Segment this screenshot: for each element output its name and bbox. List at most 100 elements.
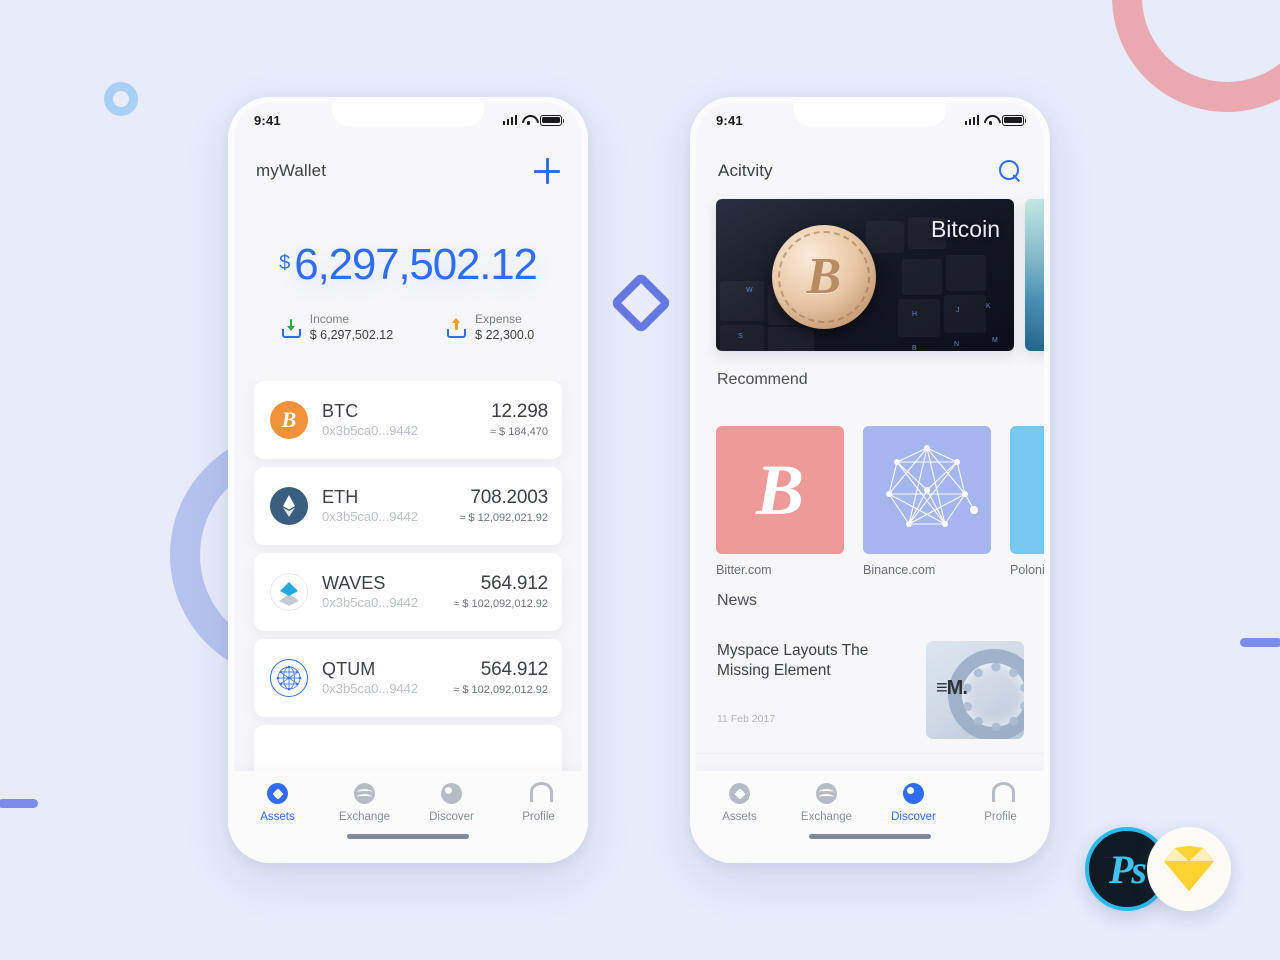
profile-icon [528, 782, 553, 804]
discover-icon [903, 783, 924, 804]
income-value: $ 6,297,502.12 [309, 328, 394, 343]
bitcoin-b-icon: B [716, 426, 844, 554]
balance-amount: 6,297,502.12 [294, 240, 538, 289]
status-time: 9:41 [254, 112, 281, 128]
tab-assets[interactable]: Assets [696, 783, 783, 823]
network-mesh-icon [863, 426, 991, 554]
expense-label: Expense [475, 312, 522, 326]
sketch-diamond-icon [1164, 846, 1214, 891]
home-indicator[interactable] [809, 834, 931, 839]
tab-discover[interactable]: Discover [408, 783, 495, 823]
status-time: 9:41 [716, 112, 743, 128]
tab-profile[interactable]: Profile [957, 782, 1044, 823]
recommend-caption: Binance.com [863, 563, 936, 577]
notch [794, 103, 946, 126]
phone-mockup-activity: 9:41 Acitvity W S H J K B N M B Bitcoin … [690, 97, 1050, 863]
tab-assets[interactable]: Assets [234, 783, 321, 823]
assets-icon [267, 783, 288, 804]
asset-address: 0x3b5ca0...9442 [322, 594, 419, 610]
tab-label: Exchange [338, 811, 391, 823]
download-tray-icon [281, 318, 301, 338]
asset-address: 0x3b5ca0...9442 [322, 508, 419, 524]
table-row[interactable]: WAVES 0x3b5ca0...9442 564.912 ≈ $ 102,09… [254, 553, 562, 631]
recommend-caption: Bitter.com [716, 563, 772, 577]
ibm-logo-mark: ≡M. [936, 677, 968, 699]
tab-label: Discover [429, 811, 474, 823]
asset-fiat: ≈ $ 184,470 [489, 425, 548, 438]
balance-currency: $ [279, 252, 291, 274]
waves-coin-icon [270, 573, 308, 611]
wallet-screen: 9:41 myWallet $ 6,297,502.12 Income $ 6,… [234, 103, 582, 857]
home-indicator[interactable] [347, 834, 469, 839]
tab-exchange[interactable]: Exchange [321, 783, 408, 823]
tab-label: Exchange [800, 811, 853, 823]
photoshop-logo-text: Ps [1109, 846, 1147, 892]
page-title: myWallet [256, 161, 327, 180]
tab-discover[interactable]: Discover [870, 783, 957, 823]
news-date: 11 Feb 2017 [717, 713, 776, 726]
asset-amount: 708.2003 [470, 487, 548, 509]
asset-symbol: ETH [322, 487, 359, 508]
bitcoin-coin-photo: B [772, 225, 876, 329]
asset-address: 0x3b5ca0...9442 [322, 422, 419, 438]
recommend-caption: Polonie [1010, 563, 1044, 577]
section-title-recommend: Recommend [717, 371, 808, 388]
wifi-icon [984, 115, 997, 126]
tab-bar[interactable]: Assets Exchange Discover Profile [234, 771, 582, 857]
diamond-outline-decoration [609, 271, 673, 335]
tab-label: Assets [260, 811, 295, 823]
signal-icon [964, 115, 979, 125]
table-row[interactable]: QTUM 0x3b5ca0...9442 564.912 ≈ $ 102,092… [254, 639, 562, 717]
list-item[interactable]: B Bitter.com [716, 426, 844, 577]
battery-icon [1002, 114, 1027, 126]
list-item[interactable]: Myspace Layouts The Missing Element 11 F… [696, 623, 1044, 754]
canvas: 9:41 myWallet $ 6,297,502.12 Income $ 6,… [0, 0, 1280, 960]
exchange-icon [816, 783, 837, 804]
table-row[interactable]: ETH 0x3b5ca0...9442 708.2003 ≈ $ 12,092,… [254, 467, 562, 545]
banner-secondary[interactable] [1025, 199, 1044, 351]
banner-bitcoin[interactable]: W S Z X H J K B N M B Bitcoin [716, 199, 1014, 351]
asset-symbol: WAVES [322, 573, 386, 594]
banner-carousel[interactable]: W S Z X H J K B N M B Bitcoin [696, 199, 1044, 351]
left-bar-decoration [0, 799, 38, 808]
bitcoin-coin-icon: B [270, 401, 308, 439]
list-item[interactable]: Binance.com [863, 426, 991, 577]
expense-summary: Expense $ 22,300.0 [447, 311, 534, 344]
income-label: Income [309, 312, 350, 326]
search-icon[interactable] [998, 159, 1022, 183]
tab-profile[interactable]: Profile [495, 782, 582, 823]
assets-icon [729, 783, 750, 804]
pink-arc-decoration [1112, 0, 1280, 112]
asset-amount: 564.912 [480, 573, 548, 595]
asset-fiat: ≈ $ 12,092,021.92 [459, 511, 548, 524]
page-title: Acitvity [718, 161, 773, 180]
phone-mockup-wallet: 9:41 myWallet $ 6,297,502.12 Income $ 6,… [228, 97, 588, 863]
expense-value: $ 22,300.0 [475, 328, 535, 343]
news-thumbnail: ≡M. [926, 641, 1024, 739]
list-item[interactable]: Polonie [1010, 426, 1044, 577]
activity-header: Acitvity [696, 147, 1044, 195]
asset-amount: 564.912 [480, 659, 548, 681]
wifi-icon [522, 115, 535, 126]
activity-screen: 9:41 Acitvity W S H J K B N M B Bitcoin … [696, 103, 1044, 857]
income-expense-row: Income $ 6,297,502.12 Expense $ 22,300.0 [234, 311, 582, 344]
battery-icon [540, 114, 565, 126]
tab-bar[interactable]: Assets Exchange Discover Profile [696, 771, 1044, 857]
add-wallet-button[interactable] [534, 158, 560, 184]
right-bar-decoration [1240, 638, 1280, 647]
tab-label: Discover [891, 811, 936, 823]
notch [332, 103, 484, 126]
asset-fiat: ≈ $ 102,092,012.92 [453, 683, 548, 696]
profile-icon [990, 782, 1015, 804]
sketch-logo [1147, 827, 1231, 911]
asset-amount: 12.298 [491, 401, 548, 423]
recommend-list[interactable]: B Bitter.com Binance.com Poloni [716, 426, 1044, 577]
small-blue-circle-decoration [104, 82, 138, 116]
news-title: Myspace Layouts The Missing Element [717, 642, 869, 680]
asset-symbol: BTC [322, 401, 359, 422]
table-row[interactable]: B BTC 0x3b5ca0...9442 12.298 ≈ $ 184,470 [254, 381, 562, 459]
asset-symbol: QTUM [322, 659, 376, 680]
banner-title: Bitcoin [930, 216, 1000, 242]
ethereum-coin-icon [270, 487, 308, 525]
tab-exchange[interactable]: Exchange [783, 783, 870, 823]
